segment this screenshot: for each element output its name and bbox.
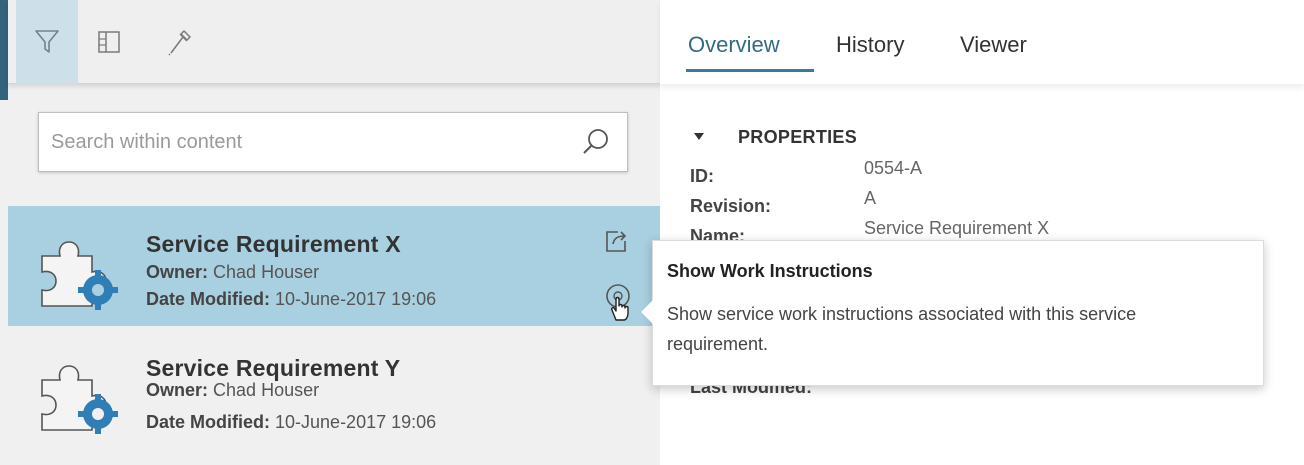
property-value-revision: A — [864, 188, 877, 208]
list-item[interactable]: Service Requirement X Owner: Chad Houser… — [8, 206, 660, 326]
property-value-id: 0554-A — [864, 158, 923, 178]
left-edge-accent — [0, 0, 8, 100]
panel-layout-tool-button[interactable] — [78, 0, 140, 84]
search-input[interactable] — [39, 113, 579, 171]
filter-icon — [35, 30, 59, 53]
active-tab-indicator — [686, 69, 814, 72]
item-title: Service Requirement X — [146, 231, 401, 257]
open-external-icon[interactable] — [604, 228, 630, 254]
collapse-caret-icon[interactable] — [694, 133, 704, 140]
tab-history[interactable]: History — [836, 32, 904, 58]
date-modified-label: Date Modified: — [146, 412, 270, 432]
service-requirement-icon — [41, 365, 118, 434]
panel-layout-icon — [98, 31, 120, 53]
item-owner: Owner: Chad Houser — [146, 262, 319, 283]
details-panel: Overview History Viewer PROPERTIES ID: 0… — [660, 0, 1304, 465]
owner-label: Owner: — [146, 262, 209, 282]
item-owner: Owner: Chad Houser — [146, 380, 319, 401]
search-icon[interactable] — [581, 127, 611, 157]
owner-label: Owner: — [146, 380, 209, 400]
tab-viewer[interactable]: Viewer — [960, 32, 1027, 58]
date-modified-value: 10-June-2017 19:06 — [275, 289, 437, 309]
owner-value: Chad Houser — [213, 380, 320, 400]
tooltip-arrow — [641, 300, 653, 324]
property-label-id: ID: — [690, 166, 714, 186]
property-label-revision: Revision: — [690, 196, 772, 216]
details-tabs: Overview History Viewer — [660, 0, 1304, 84]
left-panel: Service Requirement X Owner: Chad Houser… — [0, 0, 660, 465]
tooltip: Show Work Instructions Show service work… — [641, 240, 1264, 386]
owner-value: Chad Houser — [213, 262, 320, 282]
tooltip-body: Show service work instructions associate… — [667, 304, 1137, 354]
item-date-modified: Date Modified: 10-June-2017 19:06 — [146, 412, 436, 433]
hand-cursor-icon — [611, 296, 629, 321]
show-work-instructions-icon[interactable] — [602, 282, 636, 322]
left-toolbar — [8, 0, 660, 84]
item-title: Service Requirement Y — [146, 355, 401, 381]
filter-tool-button[interactable] — [16, 0, 78, 84]
eyedropper-tool-button[interactable] — [148, 0, 210, 84]
service-requirement-icon — [41, 241, 118, 310]
properties-heading[interactable]: PROPERTIES — [738, 127, 857, 148]
search-box — [38, 112, 628, 172]
list-item[interactable]: Service Requirement Y Owner: Chad Houser… — [8, 330, 660, 450]
tooltip-title: Show Work Instructions — [667, 261, 873, 281]
eyedropper-icon — [168, 30, 191, 56]
date-modified-value: 10-June-2017 19:06 — [275, 412, 437, 432]
tab-overview[interactable]: Overview — [688, 32, 780, 58]
date-modified-label: Date Modified: — [146, 289, 270, 309]
property-value-name: Service Requirement X — [864, 218, 1050, 238]
item-date-modified: Date Modified: 10-June-2017 19:06 — [146, 289, 436, 310]
